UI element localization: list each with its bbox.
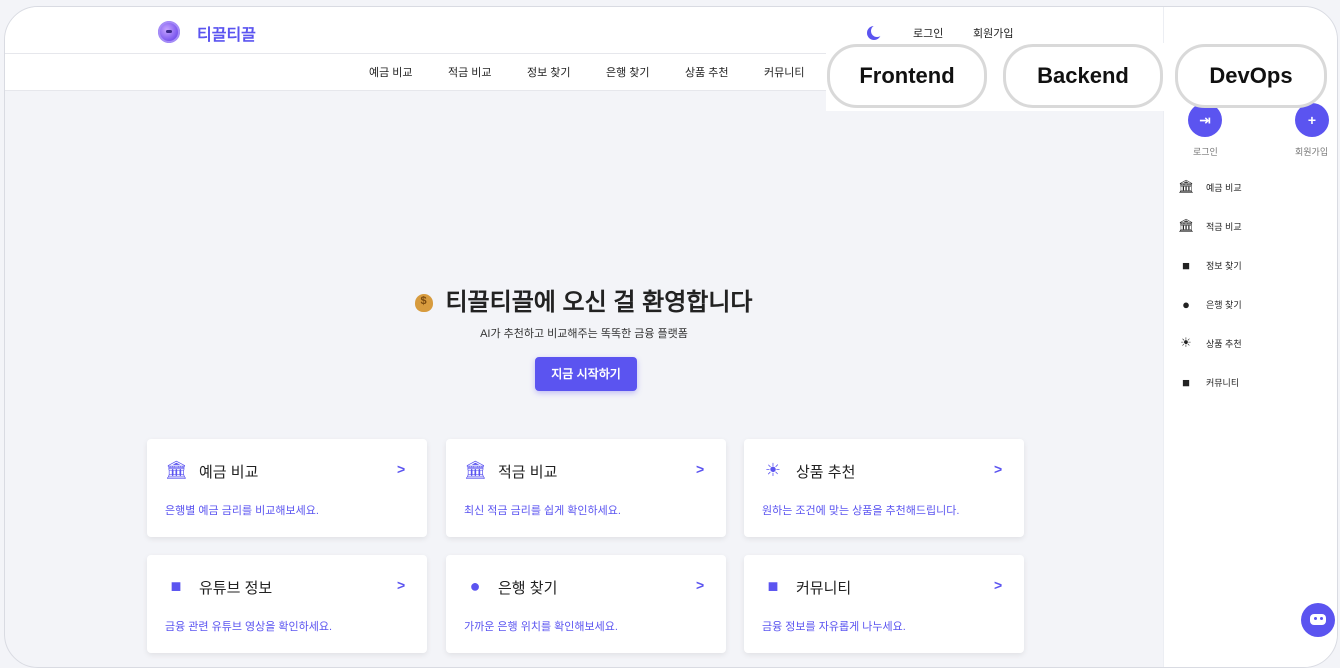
tag-devops: DevOps bbox=[1175, 44, 1327, 108]
sidebar-item-label: 정보 찾기 bbox=[1206, 260, 1242, 271]
sidebar-signup-label: 회원가입 bbox=[1295, 147, 1329, 157]
chevron-right-icon: > bbox=[696, 461, 705, 477]
card-title: 예금 비교 bbox=[199, 464, 259, 481]
hero-subtitle: AI가 추천하고 비교해주는 똑똑한 금융 플랫폼 bbox=[480, 328, 688, 340]
card-deposit-compare[interactable]: 🏛 예금 비교 > 은행별 예금 금리를 비교해보세요. bbox=[147, 439, 427, 537]
money-bag-icon bbox=[415, 294, 434, 312]
nav-product-recommend[interactable]: 상품 추천 bbox=[685, 64, 729, 80]
card-title: 은행 찾기 bbox=[498, 580, 558, 597]
video-icon: ■ bbox=[1182, 257, 1190, 273]
chevron-right-icon: > bbox=[696, 577, 705, 593]
sidebar-item-label: 커뮤니티 bbox=[1206, 377, 1240, 388]
lightbulb-icon: ☀ bbox=[1180, 335, 1192, 350]
card-title: 상품 추천 bbox=[796, 464, 856, 481]
location-icon: ● bbox=[469, 576, 481, 596]
nav-savings-compare[interactable]: 적금 비교 bbox=[448, 64, 492, 80]
signup-link[interactable]: 회원가입 bbox=[973, 25, 1013, 41]
chevron-right-icon: > bbox=[994, 461, 1003, 477]
sidebar-item-community[interactable]: ■ 커뮤니티 bbox=[1178, 372, 1239, 392]
login-link[interactable]: 로그인 bbox=[913, 25, 943, 41]
card-bank-search[interactable]: ● 은행 찾기 > 가까운 은행 위치를 확인해보세요. bbox=[446, 555, 726, 653]
nav-deposit-compare[interactable]: 예금 비교 bbox=[369, 64, 413, 80]
card-savings-compare[interactable]: 🏛 적금 비교 > 최신 적금 금리를 쉽게 확인하세요. bbox=[446, 439, 726, 537]
card-title: 커뮤니티 bbox=[796, 580, 852, 597]
app-window: 티끌티끌 로그인 회원가입 예금 비교 적금 비교 정보 찾기 은행 찾기 상품… bbox=[4, 6, 1338, 668]
card-description: 가까운 은행 위치를 확인해보세요. bbox=[464, 621, 618, 633]
card-description: 금융 정보를 자유롭게 나누세요. bbox=[762, 621, 906, 633]
sidebar-item-recommend[interactable]: ☀ 상품 추천 bbox=[1178, 333, 1242, 353]
chatbot-icon[interactable] bbox=[1301, 603, 1335, 637]
logo-icon[interactable] bbox=[158, 21, 180, 43]
sidebar-item-label: 예금 비교 bbox=[1206, 182, 1242, 193]
location-icon: ● bbox=[1182, 296, 1190, 312]
hero-title-text: 티끌티끌에 오신 걸 환영합니다 bbox=[445, 289, 753, 316]
sidebar-login-button[interactable]: ⇥ bbox=[1188, 103, 1222, 137]
sidebar-item-deposit[interactable]: 🏛 예금 비교 bbox=[1178, 177, 1242, 197]
chat-icon: ■ bbox=[767, 576, 779, 596]
savings-icon: 🏛 bbox=[1178, 218, 1195, 233]
card-description: 은행별 예금 금리를 비교해보세요. bbox=[165, 505, 319, 517]
hero-title: 티끌티끌에 오신 걸 환영합니다 bbox=[5, 282, 1163, 317]
chevron-right-icon: > bbox=[994, 577, 1003, 593]
sidebar-item-bank[interactable]: ● 은행 찾기 bbox=[1178, 294, 1242, 314]
sidebar-item-savings[interactable]: 🏛 적금 비교 bbox=[1178, 216, 1242, 236]
card-description: 금융 관련 유튜브 영상을 확인하세요. bbox=[165, 621, 333, 633]
sidebar-login-label: 로그인 bbox=[1193, 147, 1218, 157]
dark-mode-icon[interactable] bbox=[871, 25, 883, 37]
tag-frontend: Frontend bbox=[827, 44, 987, 108]
card-title: 유튜브 정보 bbox=[199, 580, 273, 597]
card-description: 원하는 조건에 맞는 상품을 추천해드립니다. bbox=[762, 505, 960, 517]
sidebar-item-label: 상품 추천 bbox=[1206, 338, 1242, 349]
nav-bank-search[interactable]: 은행 찾기 bbox=[606, 64, 650, 80]
sidebar-item-label: 은행 찾기 bbox=[1206, 299, 1242, 310]
chat-icon: ■ bbox=[1182, 374, 1190, 390]
sidebar-signup-button[interactable]: + bbox=[1295, 103, 1329, 137]
video-icon: ■ bbox=[170, 576, 182, 596]
tag-backend: Backend bbox=[1003, 44, 1163, 108]
card-title: 적금 비교 bbox=[498, 464, 558, 481]
card-description: 최신 적금 금리를 쉽게 확인하세요. bbox=[464, 505, 621, 517]
get-started-button[interactable]: 지금 시작하기 bbox=[535, 357, 637, 391]
lightbulb-icon: ☀ bbox=[764, 460, 782, 480]
bank-icon: 🏛 bbox=[165, 460, 188, 480]
sidebar-item-label: 적금 비교 bbox=[1206, 221, 1242, 232]
nav-community[interactable]: 커뮤니티 bbox=[764, 64, 804, 80]
nav-info-search[interactable]: 정보 찾기 bbox=[527, 64, 571, 80]
chevron-right-icon: > bbox=[397, 461, 406, 477]
bank-icon: 🏛 bbox=[1178, 179, 1195, 194]
brand-name[interactable]: 티끌티끌 bbox=[197, 21, 256, 45]
card-community[interactable]: ■ 커뮤니티 > 금융 정보를 자유롭게 나누세요. bbox=[744, 555, 1024, 653]
sidebar-item-info[interactable]: ■ 정보 찾기 bbox=[1178, 255, 1242, 275]
savings-icon: 🏛 bbox=[464, 460, 487, 480]
card-product-recommend[interactable]: ☀ 상품 추천 > 원하는 조건에 맞는 상품을 추천해드립니다. bbox=[744, 439, 1024, 537]
chevron-right-icon: > bbox=[397, 577, 406, 593]
card-youtube-info[interactable]: ■ 유튜브 정보 > 금융 관련 유튜브 영상을 확인하세요. bbox=[147, 555, 427, 653]
